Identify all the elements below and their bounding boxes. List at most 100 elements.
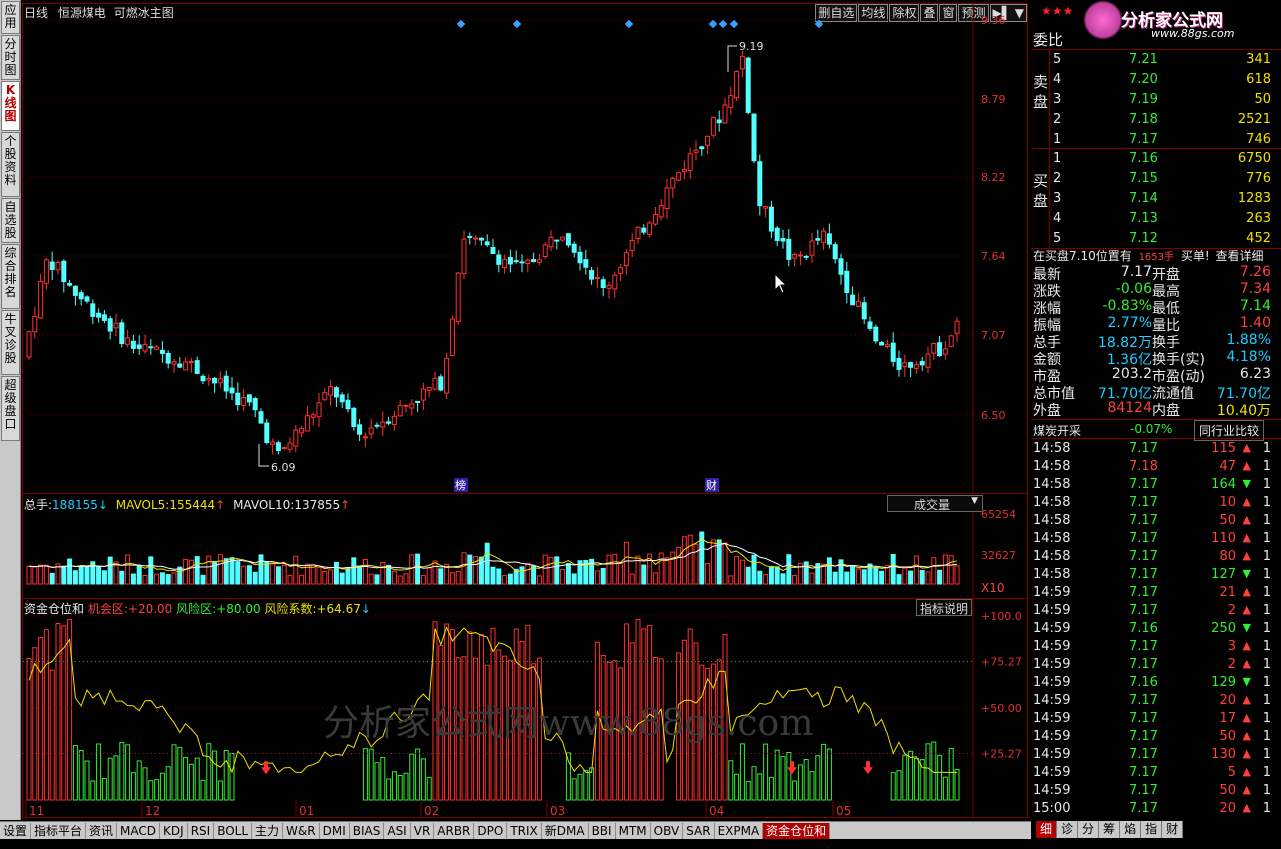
left-tab-0[interactable]: 应用	[1, 1, 20, 34]
indicator-help-button[interactable]: 指标说明	[916, 599, 973, 616]
bottom-tab-11[interactable]: ASI	[384, 822, 411, 839]
flower-logo-icon	[1083, 0, 1123, 40]
left-tab-1[interactable]: 分时图	[1, 35, 20, 80]
volume-bar-down	[484, 542, 490, 585]
indicator-bar-green	[380, 756, 386, 801]
order-row[interactable]: 1 7.17 746	[1031, 130, 1281, 150]
up-arrow-icon: ↑	[215, 498, 226, 512]
indicator-title: 资金仓位和	[24, 602, 85, 616]
right-tab-6[interactable]: 财	[1162, 821, 1184, 838]
bottom-tab-4[interactable]: KDJ	[160, 822, 188, 839]
candle-down	[844, 270, 850, 293]
candle-up	[705, 135, 711, 146]
order-row[interactable]: 3 7.19 50	[1031, 90, 1281, 110]
order-row[interactable]: 2 7.18 2521	[1031, 110, 1281, 130]
bottom-tab-6[interactable]: BOLL	[214, 822, 253, 839]
bottom-tab-21[interactable]: EXPMA	[715, 822, 764, 839]
volume-bar-down	[919, 570, 925, 585]
order-row[interactable]: 2 7.15 776	[1031, 169, 1281, 189]
candle-down	[490, 246, 496, 254]
indicator-bar-green	[896, 770, 902, 801]
bottom-tab-13[interactable]: ARBR	[434, 822, 475, 839]
volume-bar-down	[49, 572, 55, 585]
order-price: 7.17	[1129, 132, 1158, 147]
left-tab-5[interactable]: 综合排名	[1, 244, 20, 309]
left-tab-7[interactable]: 超级盘口	[1, 376, 20, 441]
tick-time: 14:58	[1033, 513, 1071, 528]
bottom-tab-10[interactable]: BIAS	[350, 822, 385, 839]
order-row[interactable]: 4 7.13 263	[1031, 209, 1281, 229]
volume-bar-up	[432, 560, 438, 585]
tick-price: 7.17	[1129, 549, 1158, 564]
bottom-tab-15[interactable]: TRIX	[507, 822, 542, 839]
volume-bar-down	[890, 553, 896, 585]
bottom-tab-22[interactable]: 资金仓位和	[763, 822, 831, 839]
candle-up	[391, 415, 397, 426]
bottom-tab-19[interactable]: OBV	[651, 822, 684, 839]
indicator-bar-green	[206, 743, 212, 801]
down-arrow-icon: ▼	[1242, 477, 1251, 490]
order-row[interactable]: 1 7.16 6750	[1031, 149, 1281, 169]
candle-down	[252, 398, 258, 411]
bottom-tab-8[interactable]: W&R	[283, 822, 320, 839]
candle-up	[217, 378, 223, 384]
candle-up	[734, 71, 740, 99]
bottom-tab-3[interactable]: MACD	[117, 822, 161, 839]
volume-bar-up	[322, 570, 328, 585]
left-tab-6[interactable]: 牛叉诊股	[1, 310, 20, 375]
view-detail-link[interactable]: 查看详细	[1215, 249, 1263, 263]
right-tab-1[interactable]: 诊	[1057, 821, 1079, 838]
sector-compare-button[interactable]: 同行业比较	[1194, 420, 1265, 441]
candle-up	[884, 344, 890, 348]
bottom-tab-17[interactable]: BBI	[589, 822, 616, 839]
right-tab-5[interactable]: 指	[1141, 821, 1163, 838]
left-tab-3[interactable]: 个股资料	[1, 132, 20, 197]
volume-bar-down	[716, 539, 722, 585]
up-arrow-icon: ▲	[1242, 441, 1251, 454]
bottom-tab-7[interactable]: 主力	[252, 822, 284, 839]
up-arrow-icon: ▲	[1242, 711, 1251, 724]
volume-bar-up	[43, 564, 49, 585]
candle-up	[38, 280, 44, 319]
left-tab-2[interactable]: K线图	[1, 81, 20, 131]
candle-up	[681, 169, 687, 173]
bottom-tab-5[interactable]: RSI	[188, 822, 215, 839]
right-tab-2[interactable]: 分	[1078, 821, 1100, 838]
right-tab-0[interactable]: 细	[1036, 821, 1058, 838]
bottom-tab-1[interactable]: 指标平台	[31, 822, 87, 839]
bottom-tab-20[interactable]: SAR	[683, 822, 715, 839]
candle-down	[641, 227, 647, 233]
bottom-tab-0[interactable]: 设置	[0, 822, 32, 839]
volume-bar-up	[26, 565, 32, 585]
quote-value: -0.06	[1115, 281, 1152, 297]
order-row[interactable]: 3 7.14 1283	[1031, 189, 1281, 209]
order-row[interactable]: 5 7.12 452	[1031, 229, 1281, 249]
sector-name[interactable]: 煤炭开采	[1033, 422, 1081, 439]
tick-count: 1	[1262, 513, 1271, 528]
candle-down	[467, 235, 473, 238]
bottom-tab-16[interactable]: 新DMA	[542, 822, 589, 839]
candle-up	[310, 414, 316, 418]
order-level: 3	[1053, 191, 1062, 206]
right-tab-3[interactable]: 筹	[1099, 821, 1121, 838]
candle-up	[606, 284, 612, 289]
bottom-tab-9[interactable]: DMI	[320, 822, 350, 839]
order-row[interactable]: 4 7.20 618	[1031, 70, 1281, 90]
tick-count: 1	[1262, 477, 1271, 492]
bottom-tab-12[interactable]: VR	[411, 822, 435, 839]
order-row[interactable]: 5 7.21 341	[1031, 50, 1281, 70]
volume-selector[interactable]: 成交量 ▼	[887, 495, 983, 512]
bottom-tab-18[interactable]: MTM	[616, 822, 651, 839]
chart-area[interactable]: 日线 恒源煤电 可燃冰主图 删自选均线除权叠窗预测▶▌ ▼ 9.368.798.…	[22, 3, 1029, 819]
bottom-tab-14[interactable]: DPO	[474, 822, 508, 839]
left-tab-4[interactable]: 自选股	[1, 198, 20, 243]
quote-row: 金额 1.36亿 换手(实) 4.18%	[1031, 349, 1281, 368]
candle-down	[177, 363, 183, 368]
right-tab-4[interactable]: 焰	[1120, 821, 1142, 838]
volume-bar-up	[594, 570, 600, 585]
notice-text: 在买盘7.10位置有	[1033, 249, 1132, 263]
buy-order-notice[interactable]: 在买盘7.10位置有 1653手 买单! 查看详细	[1033, 247, 1264, 264]
bottom-tab-2[interactable]: 资讯	[86, 822, 118, 839]
volume-bar-up	[217, 554, 223, 585]
quote-value: 4.18%	[1226, 349, 1271, 365]
